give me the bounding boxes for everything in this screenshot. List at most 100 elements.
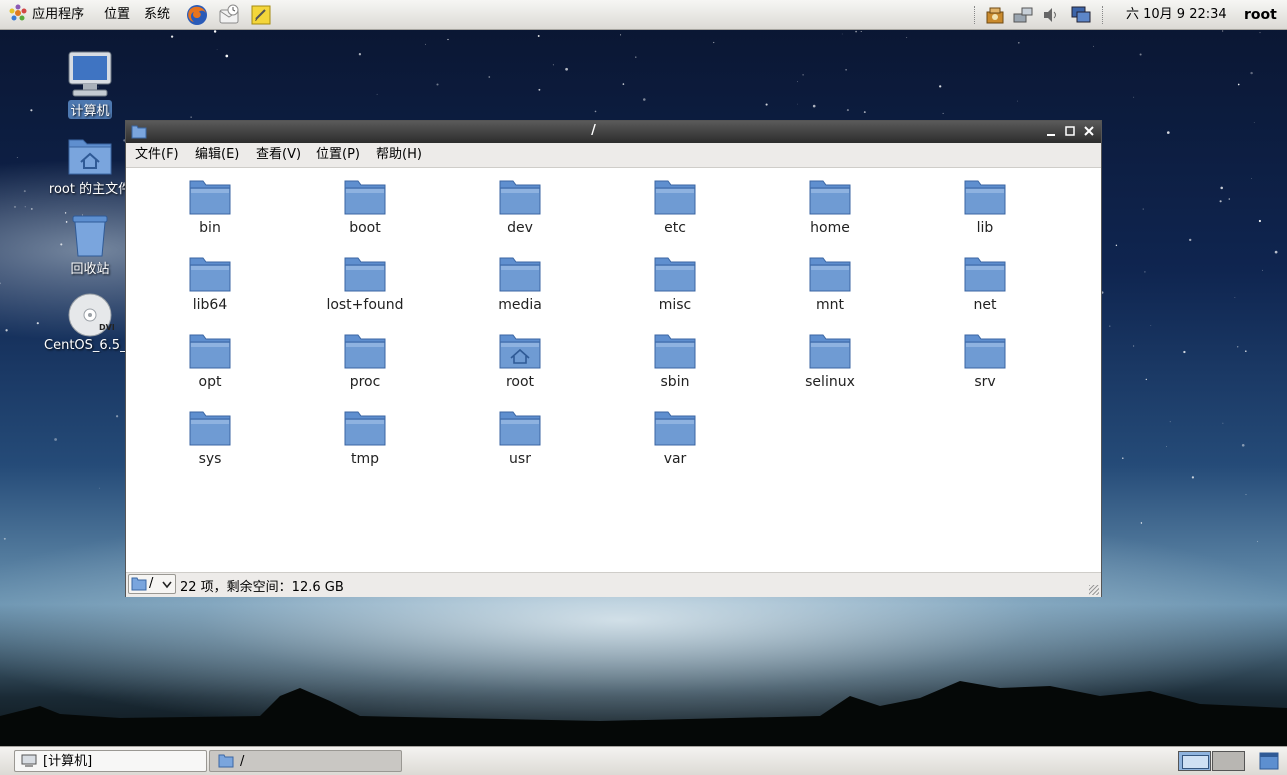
menu-view[interactable]: 查看(V) [256,143,301,167]
home-folder-icon [68,139,112,175]
star [1234,297,1236,298]
file-item-var[interactable]: var [615,409,735,467]
star [1259,32,1261,34]
clock[interactable]: 六 10月 9 22:34 [1126,0,1227,30]
task-label: [计算机] [43,754,93,769]
file-item-tmp[interactable]: tmp [305,409,425,467]
file-name: lost+found [326,297,404,313]
file-manager-window: / 文件(F) 编辑(E) 查看(V) 位置(P) 帮助(H) bin boot d… [125,120,1102,597]
desktop-icon-computer[interactable]: 计算机 [35,50,145,119]
minimize-button[interactable] [1044,124,1058,138]
file-item-boot[interactable]: boot [305,178,425,236]
star [1256,540,1259,543]
file-name: boot [349,220,381,236]
star [565,67,568,71]
file-item-lost-found[interactable]: lost+found [305,255,425,313]
folder-icon [499,411,541,446]
star [488,76,491,78]
workspace-window-thumb [1182,755,1209,769]
window-title: / [591,123,596,138]
location-dropdown[interactable]: / [128,574,176,594]
computer-icon [21,754,37,767]
star [594,110,597,113]
file-item-misc[interactable]: misc [615,255,735,313]
file-item-root[interactable]: root [460,332,580,390]
menu-places[interactable]: 位置(P) [316,143,360,167]
star [1219,200,1222,203]
trash-icon [72,215,108,257]
folder-icon [809,180,851,215]
star [939,85,942,88]
show-desktop-icon[interactable] [1258,751,1280,771]
places-menu[interactable]: 位置 [104,0,130,30]
folder-icon [654,180,696,215]
maximize-button[interactable] [1063,124,1077,138]
star [376,93,378,95]
file-item-sys[interactable]: sys [150,409,270,467]
window-titlebar[interactable]: / [126,121,1101,143]
mail-icon[interactable] [218,4,240,26]
system-menu[interactable]: 系统 [144,0,170,30]
file-item-media[interactable]: media [460,255,580,313]
file-view[interactable]: bin boot dev etc home lib lib64 lost+found media… [126,168,1101,572]
star [906,37,908,39]
folder-icon [218,754,234,768]
star [942,112,944,114]
file-name: bin [199,220,221,236]
file-name: media [498,297,542,313]
star [1241,443,1245,447]
star [538,88,541,91]
file-item-proc[interactable]: proc [305,332,425,390]
star [30,109,33,112]
applications-menu[interactable]: 应用程序 [8,0,84,30]
file-item-dev[interactable]: dev [460,178,580,236]
star [1258,219,1261,223]
firefox-icon[interactable] [186,4,208,26]
menu-edit[interactable]: 编辑(E) [195,143,239,167]
file-name: lib64 [192,297,228,313]
star [797,81,798,83]
file-item-selinux[interactable]: selinux [770,332,890,390]
star [1145,378,1147,381]
file-name: misc [658,297,692,313]
file-item-home[interactable]: home [770,178,890,236]
close-button[interactable] [1082,124,1096,138]
resize-grip[interactable] [1089,585,1099,595]
file-item-srv[interactable]: srv [925,332,1045,390]
top-panel: 应用程序 位置 系统 六 10月 9 22:34 root [0,0,1287,30]
star [54,438,57,441]
task-computer[interactable]: [计算机] [14,750,207,772]
tray-separator [1102,6,1105,24]
file-item-etc[interactable]: etc [615,178,735,236]
display-icon[interactable] [1070,4,1092,26]
file-item-sbin[interactable]: sbin [615,332,735,390]
menu-help[interactable]: 帮助(H) [376,143,422,167]
file-name: lib [976,220,994,236]
update-icon[interactable] [984,4,1006,26]
star [845,68,847,71]
computer-icon [68,51,112,97]
user-menu[interactable]: root [1244,0,1277,30]
file-item-usr[interactable]: usr [460,409,580,467]
notes-icon[interactable] [250,4,272,26]
file-item-opt[interactable]: opt [150,332,270,390]
workspace-1[interactable] [1178,751,1211,771]
menu-file[interactable]: 文件(F) [135,143,179,167]
dvd-icon: DVD [68,293,114,337]
file-item-mnt[interactable]: mnt [770,255,890,313]
menu-label: 位置 [104,7,131,22]
star [170,35,174,38]
file-item-bin[interactable]: bin [150,178,270,236]
bottom-panel: [计算机] / [0,746,1287,775]
task-root-folder[interactable]: / [209,750,402,772]
star [1142,208,1144,210]
volume-icon[interactable] [1040,4,1062,26]
menu-label: 系统 [144,7,171,22]
file-item-net[interactable]: net [925,255,1045,313]
user-name: root [1244,7,1277,23]
workspace-2[interactable] [1212,751,1245,771]
file-item-lib64[interactable]: lib64 [150,255,270,313]
file-item-lib[interactable]: lib [925,178,1045,236]
folder-icon [344,334,386,369]
network-icon[interactable] [1012,4,1034,26]
